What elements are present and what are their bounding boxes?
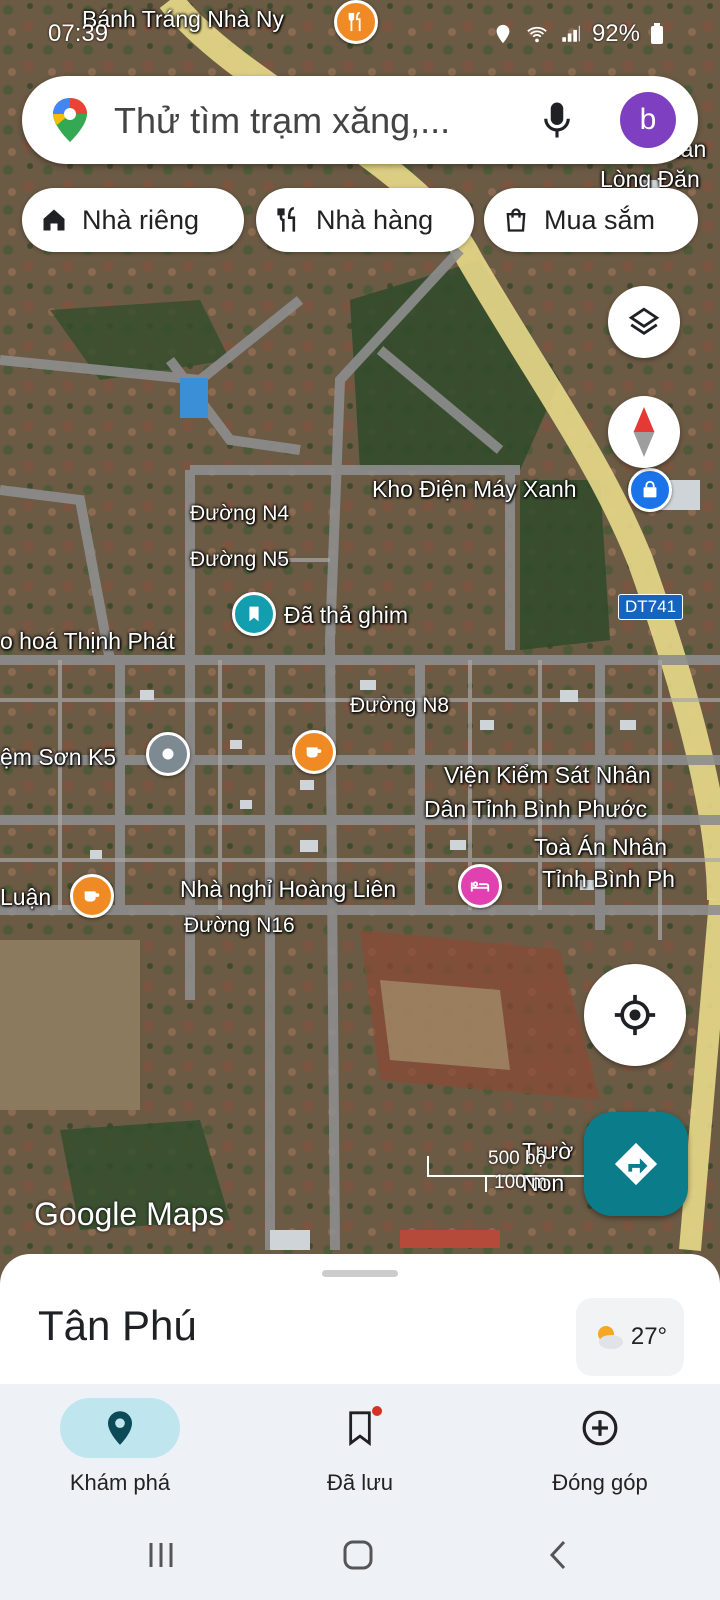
chip-shopping[interactable]: Mua sắm bbox=[484, 188, 698, 252]
map-label-son-k5[interactable]: ệm Sơn K5 bbox=[0, 744, 116, 771]
map-label-thinh-phat[interactable]: o hoá Thịnh Phát bbox=[0, 628, 175, 655]
wifi-icon bbox=[527, 26, 547, 43]
tab-saved-label: Đã lưu bbox=[326, 1470, 394, 1495]
map-label-procuracy-2[interactable]: Dân Tỉnh Bình Phước bbox=[424, 796, 647, 823]
place-title: Tân Phú bbox=[38, 1302, 197, 1349]
layers-icon bbox=[628, 307, 660, 336]
weather-chip[interactable]: 27° bbox=[576, 1298, 684, 1376]
cafe-pin-icon-2[interactable] bbox=[70, 874, 114, 918]
home-nav-icon bbox=[343, 1540, 373, 1570]
road-badge-dt741: DT741 bbox=[618, 594, 684, 620]
map-label-court-1[interactable]: Toà Án Nhân bbox=[534, 834, 667, 861]
chip-restaurant-label: Nhà hàng bbox=[316, 204, 434, 235]
location-icon bbox=[496, 24, 510, 44]
compass-button[interactable] bbox=[608, 396, 680, 468]
hotel-pin-icon[interactable] bbox=[458, 864, 502, 908]
notification-dot bbox=[372, 1406, 382, 1416]
directions-icon bbox=[614, 1142, 658, 1186]
google-maps-logo-icon bbox=[53, 98, 87, 142]
map-label-electronics[interactable]: Kho Điện Máy Xanh bbox=[372, 476, 577, 503]
my-location-button[interactable] bbox=[584, 964, 686, 1066]
restaurant-icon bbox=[277, 207, 296, 232]
search-bar[interactable]: Thử tìm trạm xăng,... b bbox=[22, 76, 698, 164]
road-label-n4: Đường N4 bbox=[190, 502, 290, 525]
road-label-n5: Đường N5 bbox=[190, 548, 290, 571]
map-label-guesthouse[interactable]: Nhà nghỉ Hoàng Liên bbox=[180, 876, 396, 903]
search-input[interactable]: Thử tìm trạm xăng,... bbox=[114, 100, 450, 142]
chip-home-label: Nhà riêng bbox=[82, 204, 200, 235]
sheet-handle[interactable] bbox=[322, 1270, 398, 1277]
chip-restaurant[interactable]: Nhà hàng bbox=[256, 188, 474, 252]
chip-shopping-label: Mua sắm bbox=[544, 204, 656, 235]
status-bar: 07:39 92% bbox=[0, 18, 720, 54]
dropped-pin-icon[interactable] bbox=[232, 592, 276, 636]
road-label-n8: Đường N8 bbox=[350, 694, 450, 717]
explore-pin-icon bbox=[108, 1411, 132, 1445]
battery-icon bbox=[651, 23, 663, 44]
shopping-bag-icon bbox=[506, 208, 526, 232]
scale-ft-label: 500 bộ bbox=[488, 1148, 547, 1169]
mic-icon[interactable] bbox=[542, 100, 572, 140]
scale-m-label: 100 m bbox=[494, 1172, 547, 1193]
tab-explore[interactable]: Khám phá bbox=[20, 1398, 220, 1496]
recent-apps-button[interactable] bbox=[146, 1530, 176, 1580]
layers-button[interactable] bbox=[608, 286, 680, 358]
map-label-dropped-pin[interactable]: Đã thả ghim bbox=[284, 602, 408, 629]
my-location-icon bbox=[614, 994, 656, 1036]
tab-explore-label: Khám phá bbox=[69, 1470, 171, 1495]
add-circle-icon bbox=[582, 1410, 618, 1446]
status-time: 07:39 bbox=[48, 20, 109, 47]
battery-percent: 92% bbox=[591, 20, 640, 47]
google-maps-watermark: Google Maps bbox=[34, 1196, 225, 1232]
chip-home[interactable]: Nhà riêng bbox=[22, 188, 244, 252]
road-label-n16: Đường N16 bbox=[184, 914, 295, 937]
avatar[interactable]: b bbox=[620, 92, 676, 148]
tab-saved[interactable]: Đã lưu bbox=[260, 1398, 460, 1496]
temperature: 27° bbox=[630, 1323, 668, 1350]
map-label-procuracy-1[interactable]: Viện Kiểm Sát Nhân bbox=[444, 762, 651, 789]
compass-icon bbox=[633, 407, 655, 457]
bookmark-icon bbox=[349, 1411, 371, 1446]
home-icon bbox=[43, 209, 65, 231]
place-sheet[interactable]: Tân Phú 27° bbox=[0, 1254, 720, 1384]
shopping-pin-icon[interactable] bbox=[628, 468, 672, 512]
partly-cloudy-icon bbox=[597, 1326, 623, 1349]
tab-contribute[interactable]: Đóng góp bbox=[500, 1398, 700, 1496]
place-pin-icon[interactable] bbox=[146, 732, 190, 776]
tab-contribute-label: Đóng góp bbox=[552, 1470, 648, 1495]
map-label-court-2[interactable]: Tỉnh Bình Ph bbox=[542, 866, 675, 893]
recent-apps-icon bbox=[149, 1543, 173, 1567]
back-icon bbox=[549, 1540, 566, 1570]
map-label-luan[interactable]: Luận bbox=[0, 884, 51, 911]
signal-icon bbox=[562, 25, 580, 42]
directions-button[interactable] bbox=[584, 1112, 688, 1216]
back-button[interactable] bbox=[546, 1530, 570, 1580]
cafe-pin-icon[interactable] bbox=[292, 730, 336, 774]
home-nav-button[interactable] bbox=[342, 1530, 374, 1580]
